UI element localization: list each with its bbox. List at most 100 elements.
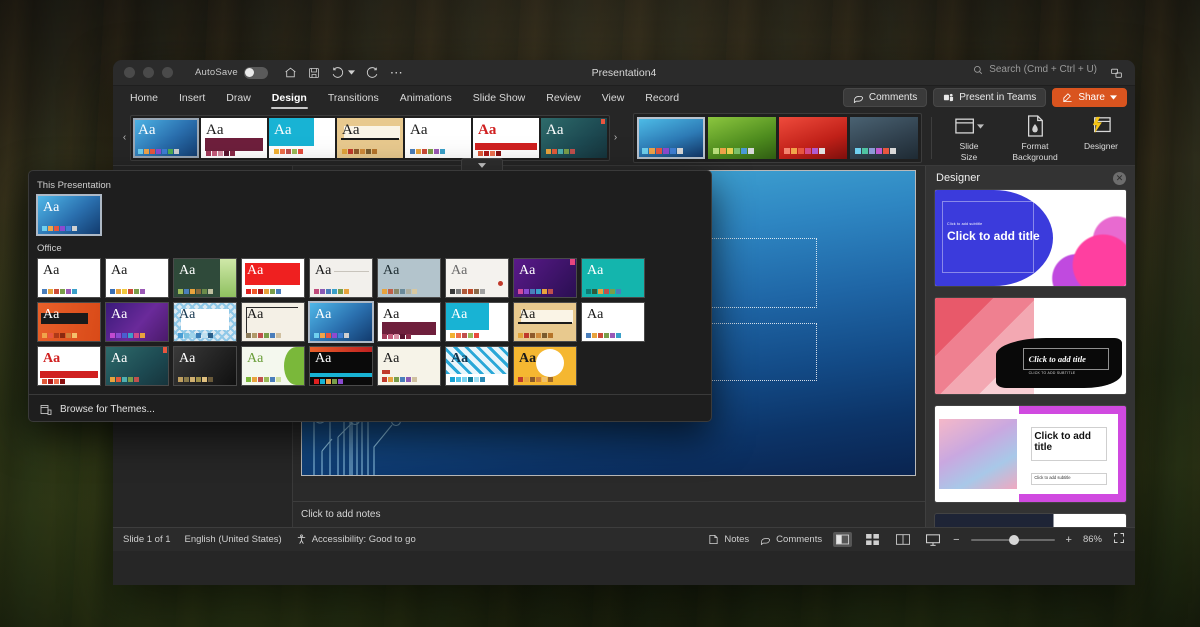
minimize-window-button[interactable] bbox=[143, 67, 154, 78]
zoom-percent-label[interactable]: 86% bbox=[1083, 534, 1102, 545]
designer-button[interactable]: Designer bbox=[1073, 113, 1129, 151]
close-icon[interactable]: ✕ bbox=[1113, 172, 1126, 185]
notes-pane[interactable]: Click to add notes bbox=[293, 501, 925, 527]
slide-size-icon bbox=[955, 113, 984, 139]
variant-red[interactable] bbox=[779, 117, 847, 159]
this-presentation-themes: Aa bbox=[29, 195, 711, 235]
variant-slate[interactable] bbox=[850, 117, 918, 159]
dd-theme-office[interactable]: Aa bbox=[37, 258, 101, 298]
zoom-window-button[interactable] bbox=[162, 67, 173, 78]
dd-theme-teal-solid[interactable]: Aa bbox=[581, 258, 645, 298]
ribbon-display-options-icon[interactable] bbox=[1110, 67, 1123, 85]
dd-theme-tan-band[interactable]: Aa bbox=[513, 302, 577, 342]
reading-view-button[interactable] bbox=[893, 532, 912, 547]
language-label[interactable]: English (United States) bbox=[185, 534, 282, 545]
comments-button[interactable]: Comments bbox=[843, 88, 927, 107]
zoom-in-button[interactable]: + bbox=[1066, 534, 1072, 546]
tab-slide-show[interactable]: Slide Show bbox=[464, 89, 535, 108]
design-idea-3[interactable]: Click to add title Click to add subtitle bbox=[935, 406, 1126, 502]
fit-to-window-icon[interactable] bbox=[1113, 532, 1125, 547]
tab-animations[interactable]: Animations bbox=[391, 89, 461, 108]
dd-theme-berry-band[interactable]: Aa bbox=[377, 302, 441, 342]
close-window-button[interactable] bbox=[124, 67, 135, 78]
save-current-theme-item[interactable]: Save Current Theme... bbox=[29, 419, 711, 422]
tab-record[interactable]: Record bbox=[636, 89, 688, 108]
dd-theme-orange-banner[interactable]: Aa bbox=[37, 302, 101, 342]
share-button[interactable]: Share bbox=[1052, 88, 1127, 107]
dd-theme-cream[interactable]: Aa bbox=[377, 346, 441, 386]
dd-theme-teal-dark[interactable]: Aa bbox=[105, 346, 169, 386]
autosave-toggle[interactable]: AutoSave bbox=[195, 67, 268, 79]
dd-theme-office-2[interactable]: Aa bbox=[105, 258, 169, 298]
design-idea-2[interactable]: Click to add title CLICK TO ADD SUBTITLE bbox=[935, 298, 1126, 394]
theme-gallery-next-button[interactable]: › bbox=[610, 132, 621, 143]
present-in-teams-button[interactable]: Present in Teams bbox=[933, 88, 1046, 107]
ribbon-theme-2[interactable]: Aa bbox=[269, 118, 335, 158]
dd-theme-red-block[interactable]: Aa bbox=[241, 258, 305, 298]
dd-theme-charcoal[interactable]: Aa bbox=[173, 346, 237, 386]
ribbon-theme-5[interactable]: Aa bbox=[473, 118, 539, 158]
dd-theme-green-sidebar[interactable]: Aa bbox=[173, 258, 237, 298]
slide-size-button[interactable]: Slide Size bbox=[941, 113, 997, 161]
dd-theme-blue-gradient-selected[interactable]: Aa bbox=[309, 302, 373, 342]
dd-theme-black-neon[interactable]: Aa bbox=[309, 346, 373, 386]
variant-green[interactable] bbox=[708, 117, 776, 159]
undo-icon[interactable] bbox=[331, 66, 344, 79]
window-controls[interactable] bbox=[113, 67, 173, 78]
dd-theme-wisp[interactable]: Aa bbox=[445, 258, 509, 298]
dd-theme-light-gray[interactable]: Aa bbox=[309, 258, 373, 298]
dd-theme-frame[interactable]: Aa bbox=[241, 302, 305, 342]
dd-theme-blue-lace[interactable]: Aa bbox=[173, 302, 237, 342]
search-box[interactable]: Search (Cmd + Ctrl + U) bbox=[973, 64, 1097, 75]
neon-stripe-decoration-2 bbox=[310, 373, 372, 377]
comments-toggle-button[interactable]: Comments bbox=[760, 534, 822, 545]
dd-theme-purple-gradient[interactable]: Aa bbox=[513, 258, 577, 298]
ribbon-theme-6[interactable]: Aa bbox=[541, 118, 607, 158]
redo-icon[interactable] bbox=[366, 66, 379, 79]
notes-toggle-button[interactable]: Notes bbox=[708, 534, 749, 545]
dd-theme-violet-gradient[interactable]: Aa bbox=[105, 302, 169, 342]
dd-theme-green-swoosh[interactable]: Aa bbox=[241, 346, 305, 386]
tab-draw[interactable]: Draw bbox=[217, 89, 260, 108]
zoom-slider[interactable] bbox=[971, 539, 1055, 541]
variant-blue[interactable] bbox=[637, 117, 705, 159]
theme-swatches bbox=[42, 226, 77, 231]
present-in-teams-label: Present in Teams bbox=[959, 92, 1036, 103]
design-idea-1[interactable]: Click to add subtitle Click to add title bbox=[935, 190, 1126, 286]
tab-view[interactable]: View bbox=[593, 89, 634, 108]
browse-for-themes-item[interactable]: Browse for Themes... bbox=[29, 400, 711, 419]
dd-theme-amber-circle[interactable]: Aa bbox=[513, 346, 577, 386]
slideshow-button[interactable] bbox=[923, 532, 942, 547]
theme-gallery-prev-button[interactable]: ‹ bbox=[119, 132, 130, 143]
tab-design[interactable]: Design bbox=[263, 89, 316, 108]
dd-theme-steel-blue[interactable]: Aa bbox=[377, 258, 441, 298]
design-idea-4[interactable] bbox=[935, 514, 1126, 527]
slide-sorter-button[interactable] bbox=[863, 532, 882, 547]
format-background-button[interactable]: Format Background bbox=[1007, 113, 1063, 161]
tab-home[interactable]: Home bbox=[121, 89, 167, 108]
normal-view-button[interactable] bbox=[833, 532, 852, 547]
zoom-slider-handle[interactable] bbox=[1009, 535, 1019, 545]
ribbon-theme-4[interactable]: Aa bbox=[405, 118, 471, 158]
more-commands-icon[interactable]: ⋯ bbox=[390, 69, 403, 77]
dd-theme-diamond-blue[interactable]: Aa bbox=[445, 346, 509, 386]
autosave-switch[interactable] bbox=[244, 67, 268, 79]
tab-review[interactable]: Review bbox=[537, 89, 589, 108]
dd-theme-cyan-block[interactable]: Aa bbox=[445, 302, 509, 342]
ribbon-theme-1[interactable]: Aa bbox=[201, 118, 267, 158]
undo-dropdown-icon[interactable] bbox=[348, 69, 355, 76]
dd-current-theme[interactable]: Aa bbox=[37, 195, 101, 235]
zoom-out-button[interactable]: − bbox=[953, 534, 959, 546]
home-icon[interactable] bbox=[284, 66, 297, 79]
ribbon-theme-3[interactable]: Aa bbox=[337, 118, 403, 158]
dd-theme-plain-white[interactable]: Aa bbox=[581, 302, 645, 342]
tab-transitions[interactable]: Transitions bbox=[319, 89, 388, 108]
tab-insert[interactable]: Insert bbox=[170, 89, 214, 108]
accessibility-status[interactable]: Accessibility: Good to go bbox=[296, 534, 416, 545]
theme-swatches bbox=[314, 289, 349, 294]
ribbon-theme-0[interactable]: Aa bbox=[133, 118, 199, 158]
dd-theme-red-serif[interactable]: Aa bbox=[37, 346, 101, 386]
title-bar: AutoSave ⋯ Presentation4 Search (Cm bbox=[113, 60, 1135, 86]
slide-count-label[interactable]: Slide 1 of 1 bbox=[123, 534, 171, 545]
save-icon[interactable] bbox=[308, 67, 320, 79]
